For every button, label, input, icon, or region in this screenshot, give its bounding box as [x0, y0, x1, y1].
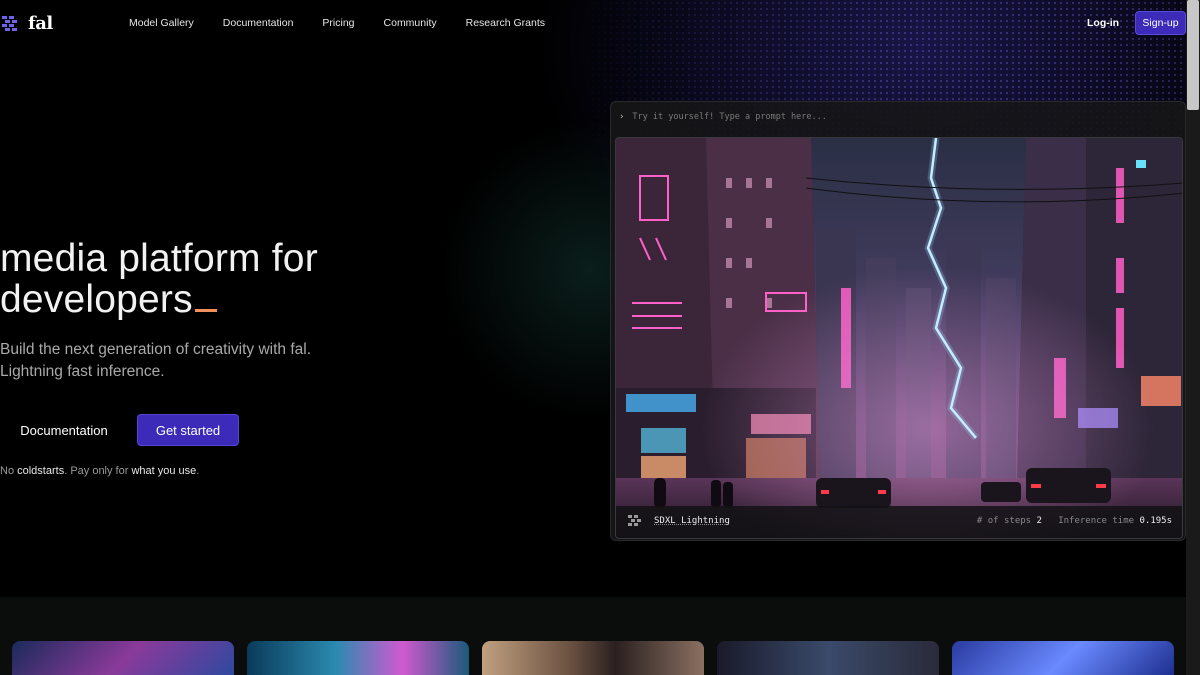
model-logo-icon: [628, 515, 641, 526]
scrollbar[interactable]: [1186, 0, 1200, 675]
inference-time-label: Inference time: [1058, 516, 1135, 526]
prompt-row: ›: [619, 112, 1133, 122]
nav-link-community[interactable]: Community: [384, 17, 437, 29]
demo-panel: › Try it yourself! Type a prompt here...…: [610, 101, 1186, 541]
top-navigation: fal Model Gallery Documentation Pricing …: [0, 0, 1186, 46]
nav-links: Model Gallery Documentation Pricing Comm…: [129, 17, 574, 29]
hero-subtitle: Build the next generation of creativity …: [0, 339, 360, 383]
brand-logo[interactable]: fal: [2, 13, 53, 34]
note-text: .: [196, 465, 200, 477]
get-started-button[interactable]: Get started: [137, 414, 239, 446]
note-coldstarts: coldstarts: [17, 465, 65, 477]
gallery-thumb[interactable]: [12, 641, 234, 675]
typing-cursor: [194, 309, 217, 312]
model-name[interactable]: SDXL Lightning: [654, 516, 730, 526]
nav-link-model-gallery[interactable]: Model Gallery: [129, 17, 194, 29]
cyberpunk-city-image: [616, 138, 1182, 538]
hero-subtitle-line2: Lightning fast inference.: [0, 363, 165, 380]
generated-image: SDXL Lightning # of steps 2 Inference ti…: [615, 137, 1183, 539]
hero-subtitle-line1: Build the next generation of creativity …: [0, 341, 312, 358]
gallery-thumb[interactable]: [717, 641, 939, 675]
scrollbar-thumb[interactable]: [1187, 0, 1199, 110]
hero-title-line1: media platform for: [0, 237, 318, 280]
nav-link-pricing[interactable]: Pricing: [322, 17, 354, 29]
gallery-thumb[interactable]: [482, 641, 704, 675]
prompt-caret-icon: ›: [619, 112, 625, 122]
gallery-thumb[interactable]: [247, 641, 469, 675]
note-text: . Pay only for: [64, 465, 132, 477]
signup-button[interactable]: Sign-up: [1135, 11, 1186, 35]
hero-note: No coldstarts. Pay only for what you use…: [0, 465, 199, 477]
note-text: No: [0, 465, 18, 477]
hero-title-line2: developers: [0, 278, 193, 321]
fal-logo-icon: [2, 15, 17, 31]
gallery-thumb[interactable]: [952, 641, 1174, 675]
inference-meta: # of steps 2 Inference time 0.195s: [977, 516, 1172, 526]
nav-link-research-grants[interactable]: Research Grants: [466, 17, 545, 29]
note-what-you-use: what you use: [131, 465, 197, 477]
documentation-button[interactable]: Documentation: [0, 414, 128, 446]
gallery-section: [0, 597, 1186, 675]
inference-time-value: 0.195s: [1139, 516, 1172, 526]
prompt-input[interactable]: [632, 112, 1133, 122]
steps-label: # of steps: [976, 516, 1032, 526]
brand-name: fal: [28, 13, 53, 34]
login-link[interactable]: Log-in: [1087, 17, 1119, 29]
nav-link-documentation[interactable]: Documentation: [223, 17, 294, 29]
hero-title: media platform for developers: [0, 238, 318, 320]
demo-info-bar: SDXL Lightning # of steps 2 Inference ti…: [616, 506, 1182, 538]
steps-value: 2: [1036, 516, 1042, 526]
